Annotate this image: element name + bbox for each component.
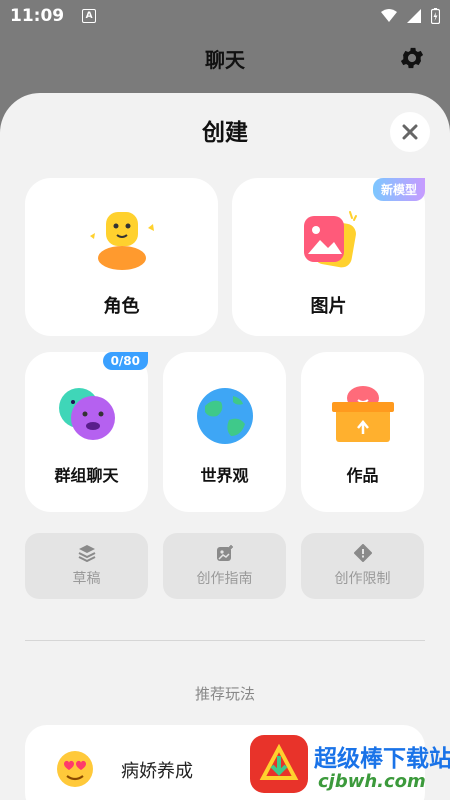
character-card[interactable]: 角色 xyxy=(25,178,218,336)
works-card[interactable]: 作品 xyxy=(301,352,424,512)
close-icon xyxy=(402,124,418,140)
group-chat-card[interactable]: 0/80 群组聊天 xyxy=(25,352,148,512)
signal-icon xyxy=(407,9,421,23)
creation-limits-label: 创作限制 xyxy=(334,571,391,587)
group-chat-label: 群组聊天 xyxy=(54,466,119,485)
drafts-label: 草稿 xyxy=(72,571,101,587)
download-logo-icon xyxy=(259,744,299,780)
create-sheet: 创建 角色 新模型 图片 0/80 群组聊天 世界观 作品 草稿 创作指南 创作… xyxy=(0,93,450,800)
watermark-name: 超级棒下载站 xyxy=(314,746,450,772)
recommend-item-label: 病娇养成 xyxy=(121,761,193,782)
watermark: 超级棒下载站 cjbwh.com xyxy=(250,735,450,800)
globe-icon xyxy=(196,388,253,444)
new-model-badge: 新模型 xyxy=(372,178,425,201)
group-count-badge: 0/80 xyxy=(102,352,148,370)
notification-indicator: A xyxy=(82,9,97,23)
image-label: 图片 xyxy=(310,296,347,317)
status-time: 11:09 xyxy=(10,6,65,26)
image-card[interactable]: 新模型 图片 xyxy=(232,178,425,336)
battery-icon xyxy=(431,8,440,24)
divider xyxy=(25,640,425,641)
creation-guide-label: 创作指南 xyxy=(196,571,253,587)
status-icons xyxy=(381,8,440,24)
page-title: 聊天 xyxy=(205,47,245,72)
status-bar: 11:09 A xyxy=(0,0,450,32)
gear-icon[interactable] xyxy=(398,44,426,72)
chat-header: 聊天 xyxy=(0,38,450,78)
character-face-icon xyxy=(89,212,154,270)
watermark-url: cjbwh.com xyxy=(318,771,426,792)
character-label: 角色 xyxy=(103,296,140,317)
sheet-title: 创建 xyxy=(202,120,248,146)
works-label: 作品 xyxy=(346,466,379,485)
guide-icon xyxy=(216,545,233,561)
layers-icon xyxy=(78,545,95,562)
picture-icon xyxy=(303,211,357,268)
heart-eyes-emoji-icon xyxy=(57,751,93,787)
wifi-icon xyxy=(381,9,397,22)
box-icon xyxy=(331,386,394,442)
warning-icon xyxy=(353,544,372,562)
creation-limits-button[interactable]: 创作限制 xyxy=(301,533,424,599)
watermark-logo xyxy=(250,735,308,793)
chat-bubbles-icon xyxy=(58,388,115,440)
close-button[interactable] xyxy=(390,112,430,152)
recommend-section-title: 推荐玩法 xyxy=(194,685,255,703)
worldview-card[interactable]: 世界观 xyxy=(163,352,286,512)
drafts-button[interactable]: 草稿 xyxy=(25,533,148,599)
worldview-label: 世界观 xyxy=(200,466,249,485)
creation-guide-button[interactable]: 创作指南 xyxy=(163,533,286,599)
